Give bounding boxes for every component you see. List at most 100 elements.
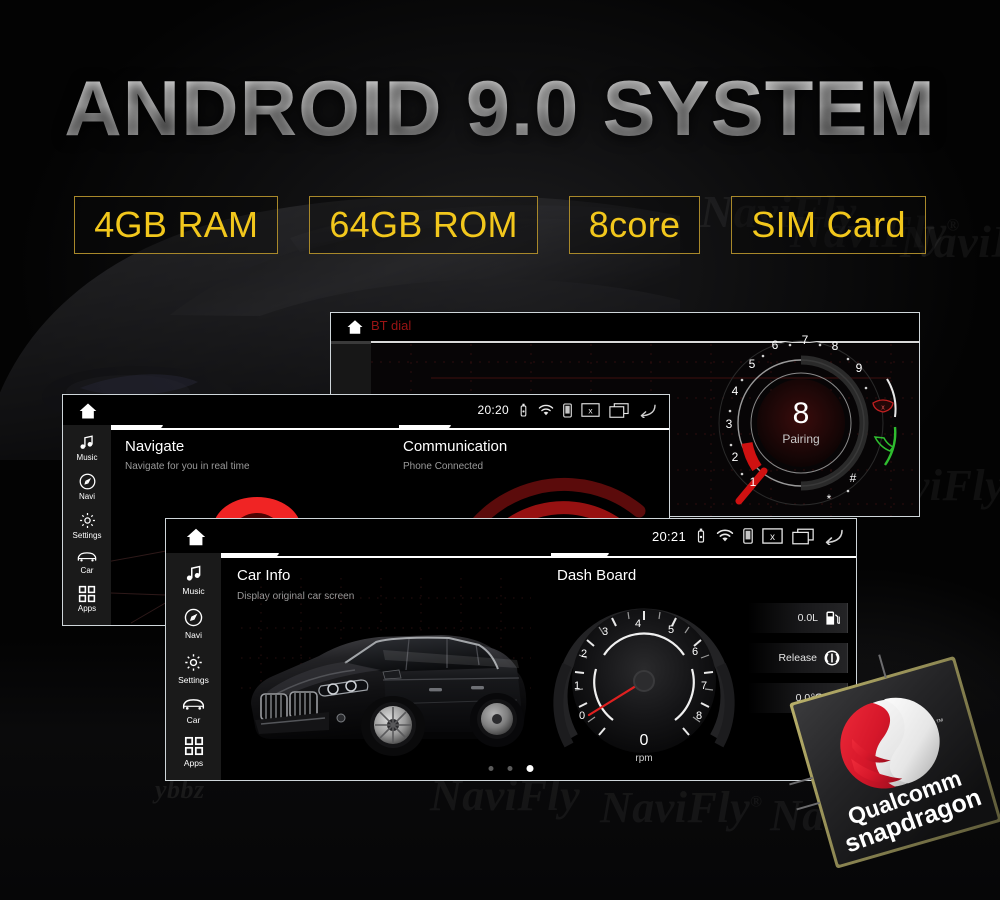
svg-text:x: x bbox=[588, 405, 593, 415]
svg-text:1: 1 bbox=[574, 680, 580, 692]
fuel-pump-icon bbox=[826, 611, 840, 625]
svg-text:6: 6 bbox=[772, 338, 779, 352]
sidebar-item-settings[interactable]: Settings bbox=[178, 652, 209, 685]
page-dot[interactable] bbox=[507, 766, 513, 771]
sidebar-item-label: Apps bbox=[77, 604, 97, 614]
sidebar-front[interactable]: Music Navi Settings Car Apps bbox=[166, 553, 221, 780]
sidebar-item-label: Music bbox=[76, 453, 98, 462]
recents-icon[interactable] bbox=[609, 402, 629, 418]
phone-icon[interactable] bbox=[563, 402, 572, 418]
pane-title: Dash Board bbox=[557, 567, 637, 584]
sidebar-item-navi[interactable]: Navi bbox=[78, 472, 97, 502]
bt-dial-keypad[interactable]: 6 7 8 9 5 4 3 2 1 # * 8 Pairing x bbox=[709, 331, 909, 516]
screen-home-carinfo[interactable]: 20:21 x Music Navi Settings Car Apps Car… bbox=[165, 518, 857, 781]
sidebar-item-label: Navi bbox=[184, 630, 202, 641]
sidebar-mid[interactable]: Music Navi Settings Car Apps bbox=[63, 425, 111, 625]
svg-text:#: # bbox=[850, 471, 857, 485]
usb-icon[interactable] bbox=[518, 403, 529, 418]
sidebar-item-apps[interactable]: Apps bbox=[184, 736, 204, 768]
sidebar-item-music[interactable]: Music bbox=[182, 563, 205, 596]
svg-text:7: 7 bbox=[701, 680, 707, 692]
statusbar-time: 20:20 bbox=[477, 403, 509, 417]
sidebar-item-label: Settings bbox=[178, 674, 209, 685]
svg-text:x: x bbox=[770, 532, 775, 543]
statusbar-mid: 20:20 x bbox=[63, 395, 669, 425]
page-dot[interactable] bbox=[488, 766, 494, 771]
gear-icon bbox=[79, 512, 95, 528]
music-note-icon bbox=[186, 565, 201, 581]
compass-icon bbox=[79, 473, 95, 490]
back-icon[interactable] bbox=[638, 403, 657, 418]
car-icon bbox=[182, 699, 205, 710]
pane-rule bbox=[541, 556, 856, 558]
pane-rule bbox=[389, 428, 669, 430]
usb-icon[interactable] bbox=[695, 528, 707, 544]
svg-text:8: 8 bbox=[696, 710, 702, 722]
page-dot-active[interactable] bbox=[526, 765, 534, 772]
home-icon[interactable] bbox=[345, 317, 365, 337]
wifi-icon[interactable] bbox=[538, 404, 554, 417]
statusbar-time: 20:21 bbox=[651, 528, 686, 544]
sidebar-item-apps[interactable]: Apps bbox=[78, 585, 96, 614]
svg-text:Pairing: Pairing bbox=[782, 432, 819, 446]
sidebar-item-navi[interactable]: Navi bbox=[183, 607, 204, 640]
music-note-icon bbox=[80, 435, 94, 449]
badge-rom[interactable]: 64GB ROM bbox=[309, 196, 538, 254]
home-icon[interactable] bbox=[77, 400, 99, 422]
pane-rule bbox=[111, 428, 389, 430]
badge-sim[interactable]: SIM Card bbox=[731, 196, 926, 254]
svg-text:9: 9 bbox=[856, 361, 863, 375]
svg-text:0: 0 bbox=[640, 732, 649, 749]
sidebar-item-car[interactable]: Car bbox=[76, 549, 98, 576]
no-signal-icon[interactable]: x bbox=[762, 528, 783, 544]
svg-text:5: 5 bbox=[668, 624, 674, 636]
sidebar-item-car[interactable]: Car bbox=[181, 696, 206, 725]
sidebar-item-label: Music bbox=[182, 586, 205, 596]
svg-text:5: 5 bbox=[749, 357, 756, 371]
home-icon[interactable] bbox=[184, 525, 208, 549]
pane-car-info[interactable]: Car Info Display original car screen bbox=[221, 553, 541, 780]
svg-text:6: 6 bbox=[692, 646, 698, 658]
svg-text:2: 2 bbox=[581, 648, 587, 660]
statusbar-front: 20:21 x bbox=[166, 519, 856, 553]
sidebar-item-settings[interactable]: Settings bbox=[72, 511, 102, 541]
sidebar-item-label: Car bbox=[80, 566, 94, 576]
phone-icon[interactable] bbox=[743, 528, 753, 544]
back-icon[interactable] bbox=[823, 528, 844, 545]
svg-text:4: 4 bbox=[635, 618, 641, 630]
car-icon bbox=[77, 552, 97, 562]
svg-text:8: 8 bbox=[832, 339, 839, 353]
page-indicator[interactable] bbox=[488, 765, 534, 772]
sidebar-item-label: Car bbox=[186, 715, 201, 726]
no-signal-icon[interactable]: x bbox=[581, 403, 600, 417]
svg-text:4: 4 bbox=[732, 384, 739, 398]
svg-text:7: 7 bbox=[802, 333, 809, 347]
recents-icon[interactable] bbox=[792, 528, 814, 545]
info-row-value: 0.0L bbox=[797, 612, 818, 624]
tachometer-gauge: 0 1 2 3 4 5 6 7 8 0 rpm bbox=[553, 608, 735, 764]
sidebar-item-label: Apps bbox=[183, 758, 204, 769]
info-row-fuel[interactable]: 0.0L bbox=[748, 603, 848, 633]
svg-text:x: x bbox=[881, 405, 885, 412]
panes-front: Car Info Display original car screen Das… bbox=[221, 553, 856, 780]
svg-text:0: 0 bbox=[579, 710, 585, 722]
spec-badge-row: 4GB RAM 64GB ROM 8core SIM Card bbox=[0, 196, 1000, 254]
sidebar-item-label: Navi bbox=[78, 491, 95, 501]
svg-text:1: 1 bbox=[750, 475, 757, 489]
gear-icon bbox=[185, 653, 202, 671]
car-photo bbox=[251, 635, 527, 761]
bt-dial-title: BT dial bbox=[371, 318, 412, 333]
sidebar-item-label: Settings bbox=[72, 530, 102, 540]
badge-cores[interactable]: 8core bbox=[568, 196, 701, 254]
badge-ram[interactable]: 4GB RAM bbox=[74, 196, 279, 254]
svg-text:8: 8 bbox=[793, 397, 810, 430]
svg-text:*: * bbox=[827, 492, 832, 506]
svg-text:3: 3 bbox=[602, 626, 608, 638]
wifi-icon[interactable] bbox=[716, 529, 734, 543]
grid-apps-icon bbox=[184, 737, 203, 756]
grid-apps-icon bbox=[78, 586, 96, 603]
sidebar-item-music[interactable]: Music bbox=[76, 433, 98, 463]
svg-text:rpm: rpm bbox=[635, 753, 652, 764]
svg-text:2: 2 bbox=[732, 450, 739, 464]
snapdragon-chip: ™ Qualcomm snapdragon bbox=[788, 634, 1000, 880]
